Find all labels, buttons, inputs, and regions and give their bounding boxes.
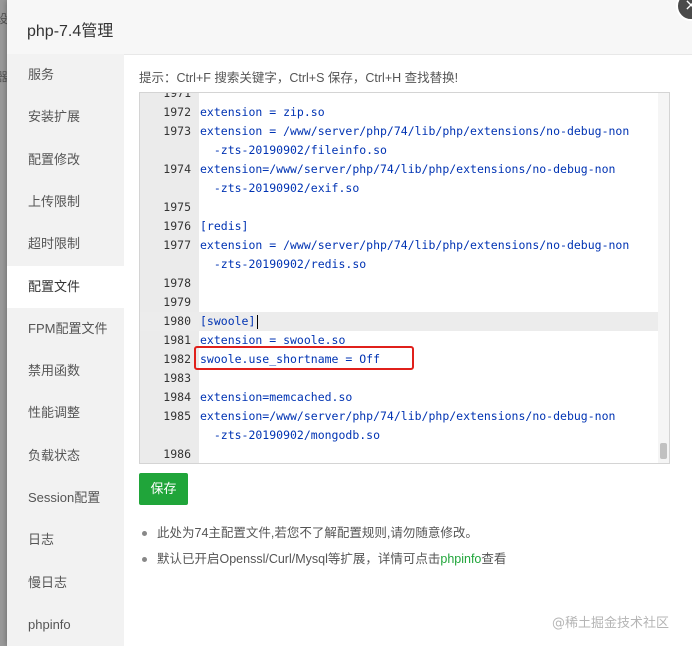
code-text: extension=/www/server/php/74/lib/php/ext… bbox=[200, 162, 616, 176]
sidebar-item[interactable]: FPM配置文件 bbox=[7, 308, 124, 350]
line-number: 1976 bbox=[163, 219, 191, 233]
code-line: 1983 bbox=[140, 369, 658, 388]
line-number: 1978 bbox=[163, 276, 191, 290]
text-cursor bbox=[257, 315, 258, 329]
code-line: 1975 bbox=[140, 198, 658, 217]
note-text: 查看 bbox=[481, 552, 507, 566]
sidebar-item[interactable]: 配置修改 bbox=[7, 139, 124, 181]
vertical-scrollbar[interactable] bbox=[658, 93, 669, 463]
editor-hint: 提示：Ctrl+F 搜索关键字，Ctrl+S 保存，Ctrl+H 查找替换! bbox=[139, 71, 459, 85]
line-number: 1986 bbox=[163, 447, 191, 461]
line-number: 1973 bbox=[163, 124, 191, 138]
note-item: 此处为74主配置文件,若您不了解配置规则,请勿随意修改。 bbox=[139, 524, 559, 542]
line-number: 1974 bbox=[163, 162, 191, 176]
code-line: 1974 extension=/www/server/php/74/lib/php… bbox=[140, 160, 658, 179]
scrollbar-thumb[interactable] bbox=[660, 443, 667, 459]
note-text: 此处为74主配置文件,若您不了解配置规则,请勿随意修改。 bbox=[157, 526, 478, 540]
line-number: 1983 bbox=[163, 371, 191, 385]
line-number: 1979 bbox=[163, 295, 191, 309]
sidebar-item[interactable]: 禁用函数 bbox=[7, 350, 124, 392]
sidebar-item[interactable]: 日志 bbox=[7, 519, 124, 561]
line-number: 1975 bbox=[163, 200, 191, 214]
bullet-icon bbox=[142, 557, 147, 562]
php-manager-dialog: php-7.4管理 × 服务 安装扩展 配置修改 上传限制 超时限制 配置文件 FPM配置文… bbox=[7, 0, 692, 646]
code-line: 1972 extension = zip.so bbox=[140, 103, 658, 122]
code-line: 1980 [swoole] bbox=[140, 312, 658, 331]
line-number: 1981 bbox=[163, 333, 191, 347]
phpinfo-link[interactable]: phpinfo bbox=[440, 552, 481, 566]
line-number: 1985 bbox=[163, 409, 191, 423]
code-text: [swoole] bbox=[200, 314, 256, 328]
code-line: -zts-20190902/mongodb.so bbox=[140, 426, 658, 445]
sidebar-item[interactable]: 性能调整 bbox=[7, 392, 124, 434]
code-line: -zts-20190902/fileinfo.so bbox=[140, 141, 658, 160]
code-line: 1976 [redis] bbox=[140, 217, 658, 236]
code-line: 1973 extension = /www/server/php/74/lib/p… bbox=[140, 122, 658, 141]
line-number: 1984 bbox=[163, 390, 191, 404]
dialog-title: php-7.4管理 bbox=[27, 23, 114, 40]
code-line: 1979 bbox=[140, 293, 658, 312]
annotation-highlight-box bbox=[194, 346, 414, 370]
watermark: @稀土掘金技术社区 bbox=[552, 616, 670, 631]
dialog-titlebar: php-7.4管理 bbox=[7, 0, 692, 55]
line-number: 1971 bbox=[163, 92, 191, 100]
code-text: -zts-20190902/redis.so bbox=[200, 257, 367, 271]
main-content: 提示：Ctrl+F 搜索关键字，Ctrl+S 保存，Ctrl+H 查找替换! 1… bbox=[124, 54, 692, 646]
note-text: 默认已开启Openssl/Curl/Mysql等扩展，详情可点击 bbox=[157, 552, 441, 566]
code-editor[interactable]: 1971 1972 extension = zip.so 1973 extension … bbox=[139, 92, 670, 464]
note-item: 默认已开启Openssl/Curl/Mysql等扩展，详情可点击phpinfo查… bbox=[139, 550, 559, 568]
sidebar-item[interactable]: 上传限制 bbox=[7, 181, 124, 223]
line-number: 1982 bbox=[163, 352, 191, 366]
code-text: extension=memcached.so bbox=[200, 390, 353, 404]
sidebar: 服务 安装扩展 配置修改 上传限制 超时限制 配置文件 FPM配置文件 禁用函数 性能调整 负载状… bbox=[7, 54, 124, 646]
sidebar-item[interactable]: 安装扩展 bbox=[7, 96, 124, 138]
line-number: 1980 bbox=[163, 314, 191, 328]
sidebar-item[interactable]: 负载状态 bbox=[7, 435, 124, 477]
code-line: -zts-20190902/redis.so bbox=[140, 255, 658, 274]
save-button[interactable]: 保存 bbox=[139, 473, 188, 505]
code-text: -zts-20190902/fileinfo.so bbox=[200, 143, 387, 157]
code-line: -zts-20190902/exif.so bbox=[140, 179, 658, 198]
bullet-icon bbox=[142, 531, 147, 536]
code-line: 1985 extension=/www/server/php/74/lib/php… bbox=[140, 407, 658, 426]
sidebar-item[interactable]: 慢日志 bbox=[7, 562, 124, 604]
sidebar-item[interactable]: phpinfo bbox=[7, 604, 124, 646]
code-line: 1986 bbox=[140, 445, 658, 463]
code-text: extension = /www/server/php/74/lib/php/e… bbox=[200, 238, 630, 252]
code-line: 1971 bbox=[140, 92, 658, 103]
code-text: extension=/www/server/php/74/lib/php/ext… bbox=[200, 409, 616, 423]
code-line: 1978 bbox=[140, 274, 658, 293]
code-text: -zts-20190902/exif.so bbox=[200, 181, 360, 195]
sidebar-item[interactable]: 超时限制 bbox=[7, 223, 124, 265]
sidebar-item[interactable]: 服务 bbox=[7, 54, 124, 96]
code-text: [redis] bbox=[200, 219, 249, 233]
line-number: 1977 bbox=[163, 238, 191, 252]
code-text: -zts-20190902/mongodb.so bbox=[200, 428, 381, 442]
code-line: 1977 extension = /www/server/php/74/lib/p… bbox=[140, 236, 658, 255]
code-line: 1984 extension=memcached.so bbox=[140, 388, 658, 407]
code-text: extension = /www/server/php/74/lib/php/e… bbox=[200, 124, 630, 138]
sidebar-item[interactable]: 配置文件 bbox=[7, 265, 124, 308]
code-text: extension = zip.so bbox=[200, 105, 325, 119]
line-number: 1972 bbox=[163, 105, 191, 119]
sidebar-item[interactable]: Session配置 bbox=[7, 477, 124, 519]
